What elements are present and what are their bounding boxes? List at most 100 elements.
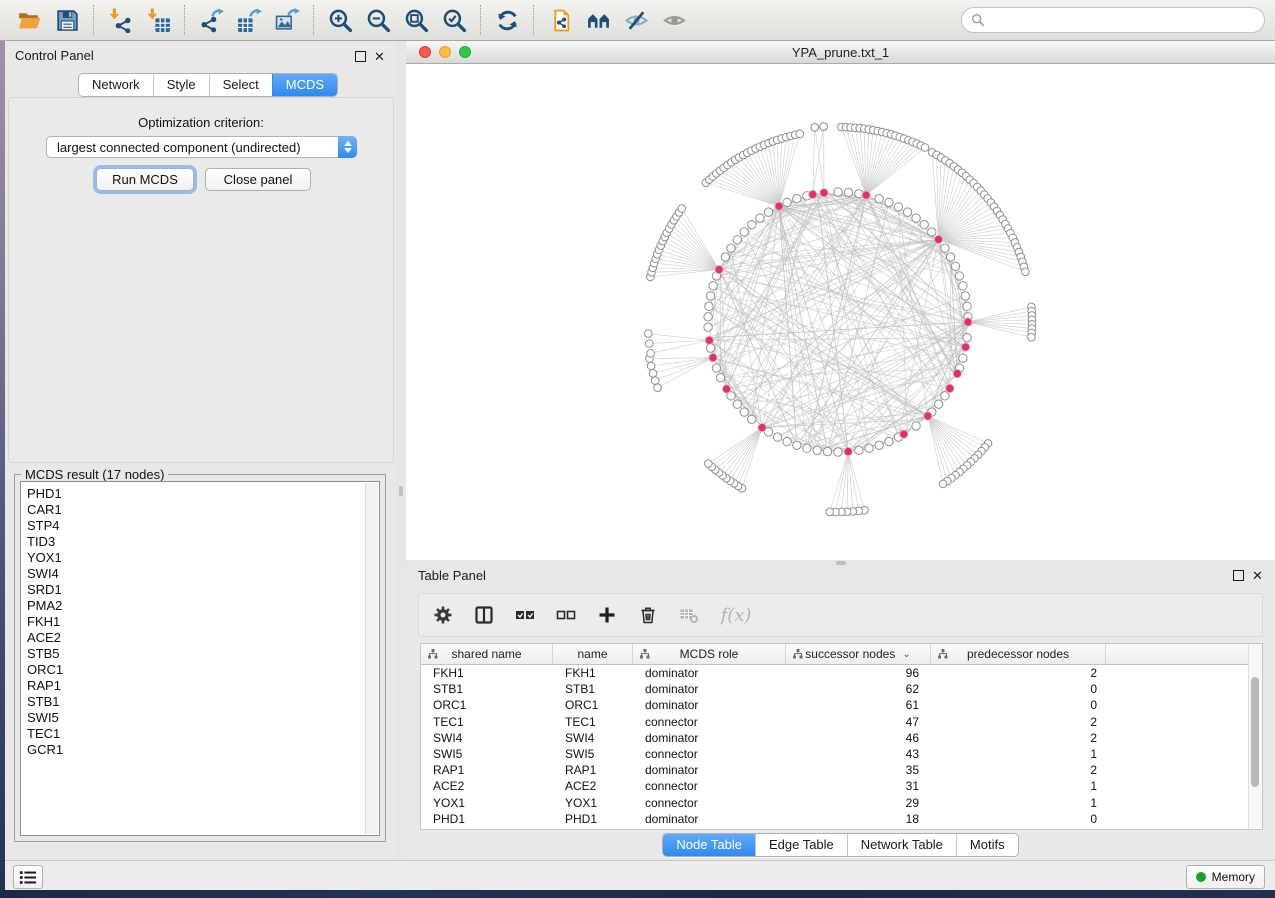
table-cell[interactable]: 43 [786, 747, 931, 761]
table-cell[interactable]: 2 [931, 715, 1106, 729]
table-cell[interactable]: 2 [931, 666, 1106, 680]
ring-node[interactable] [748, 220, 756, 228]
zoom-out-button[interactable] [363, 4, 393, 36]
table-cell[interactable]: 1 [931, 779, 1106, 793]
vertical-splitter[interactable] [396, 41, 406, 860]
mcds-hub-node[interactable] [953, 369, 961, 377]
tab-style[interactable]: Style [153, 74, 209, 96]
table-cell[interactable]: RAP1 [421, 763, 553, 777]
mcds-result-item[interactable]: ORC1 [21, 662, 379, 678]
tab-network[interactable]: Network [79, 74, 153, 96]
table-cell[interactable]: dominator [633, 731, 786, 745]
table-scrollbar[interactable] [1248, 644, 1262, 829]
mcds-result-item[interactable]: FKH1 [21, 614, 379, 630]
table-cell[interactable]: connector [633, 779, 786, 793]
ring-node[interactable] [903, 208, 911, 216]
ring-node[interactable] [865, 444, 873, 452]
leaf-node[interactable] [647, 362, 655, 370]
ring-node[interactable] [920, 220, 928, 228]
ring-node[interactable] [764, 208, 772, 216]
mcds-result-item[interactable]: TEC1 [21, 726, 379, 742]
ring-node[interactable] [959, 282, 967, 290]
table-cell[interactable]: 35 [786, 763, 931, 777]
table-cell[interactable]: STB1 [553, 682, 633, 696]
table-cell[interactable]: dominator [633, 682, 786, 696]
table-cell[interactable]: ORC1 [553, 698, 633, 712]
table-cell[interactable]: STB1 [421, 682, 553, 696]
delete-selected-button[interactable] [637, 604, 659, 626]
float-panel-icon[interactable] [355, 51, 366, 62]
table-cell[interactable]: RAP1 [553, 763, 633, 777]
ring-node[interactable] [793, 441, 801, 449]
export-network-button[interactable] [196, 4, 226, 36]
zoom-fit-button[interactable] [401, 4, 431, 36]
table-row[interactable]: RAP1RAP1dominator352 [421, 762, 1262, 778]
ring-node[interactable] [733, 236, 741, 244]
table-cell[interactable]: 0 [931, 698, 1106, 712]
ring-node[interactable] [704, 313, 712, 321]
leaf-node[interactable] [811, 124, 819, 132]
mcds-hub-node[interactable] [709, 353, 717, 361]
horizontal-splitter[interactable] [406, 560, 1275, 566]
ring-node[interactable] [733, 400, 741, 408]
tab-edge-table[interactable]: Edge Table [755, 834, 847, 856]
show-all-button[interactable] [659, 4, 689, 36]
ring-node[interactable] [813, 446, 821, 454]
mcds-hub-node[interactable] [722, 385, 730, 393]
table-cell[interactable]: YOX1 [553, 796, 633, 810]
leaf-node[interactable] [651, 377, 659, 385]
ring-node[interactable] [727, 244, 735, 252]
memory-button[interactable]: Memory [1186, 865, 1265, 889]
mcds-hub-node[interactable] [758, 423, 766, 431]
zoom-in-button[interactable] [325, 4, 355, 36]
table-cell[interactable]: 1 [931, 796, 1106, 810]
mcds-hub-node[interactable] [961, 343, 969, 351]
table-cell[interactable]: SWI4 [421, 731, 553, 745]
column-header-name[interactable]: name [553, 644, 633, 664]
scrollbar-thumb[interactable] [1251, 677, 1259, 787]
leaf-node[interactable] [678, 205, 686, 213]
table-row[interactable]: ORC1ORC1dominator610 [421, 697, 1262, 713]
ring-node[interactable] [721, 253, 729, 261]
table-cell[interactable]: connector [633, 747, 786, 761]
export-image-button[interactable] [272, 4, 302, 36]
mcds-result-item[interactable]: YOX1 [21, 550, 379, 566]
table-cell[interactable]: FKH1 [421, 666, 553, 680]
apply-layout-button[interactable] [492, 4, 522, 36]
table-cell[interactable]: TEC1 [421, 715, 553, 729]
search-input[interactable] [990, 12, 1255, 29]
ring-node[interactable] [875, 194, 883, 202]
column-header-mcds-role[interactable]: MCDS role [633, 644, 786, 664]
column-header-shared-name[interactable]: shared name [421, 644, 553, 664]
table-cell[interactable]: 0 [931, 682, 1106, 696]
ring-node[interactable] [885, 437, 893, 445]
table-cell[interactable]: 18 [786, 812, 931, 826]
import-table-button[interactable] [143, 4, 173, 36]
table-cell[interactable]: 31 [786, 779, 931, 793]
optimization-criterion-select[interactable]: largest connected component (undirected) [46, 136, 357, 158]
mcds-result-item[interactable]: PMA2 [21, 598, 379, 614]
mcds-result-item[interactable]: ACE2 [21, 630, 379, 646]
ring-node[interactable] [783, 198, 791, 206]
mcds-result-item[interactable]: GCR1 [21, 742, 379, 758]
ring-node[interactable] [793, 194, 801, 202]
table-cell[interactable]: 2 [931, 763, 1106, 777]
leaf-node[interactable] [647, 350, 655, 358]
mcds-result-item[interactable]: SWI4 [21, 566, 379, 582]
table-cell[interactable]: 96 [786, 666, 931, 680]
mcds-result-item[interactable]: CAR1 [21, 502, 379, 518]
zoom-selected-button[interactable] [439, 4, 469, 36]
table-cell[interactable]: connector [633, 715, 786, 729]
tab-node-table[interactable]: Node Table [663, 834, 755, 856]
ring-node[interactable] [844, 188, 852, 196]
table-cell[interactable]: connector [633, 796, 786, 810]
ring-node[interactable] [756, 214, 764, 222]
sort-desc-icon[interactable]: ⌄ [902, 649, 910, 660]
close-panel-icon[interactable]: ✕ [374, 52, 385, 62]
leaf-node[interactable] [1022, 268, 1030, 276]
hide-selected-button[interactable] [621, 4, 651, 36]
ring-node[interactable] [823, 447, 831, 455]
ring-node[interactable] [834, 448, 842, 456]
table-cell[interactable]: 61 [786, 698, 931, 712]
network-graph[interactable] [406, 64, 1275, 560]
